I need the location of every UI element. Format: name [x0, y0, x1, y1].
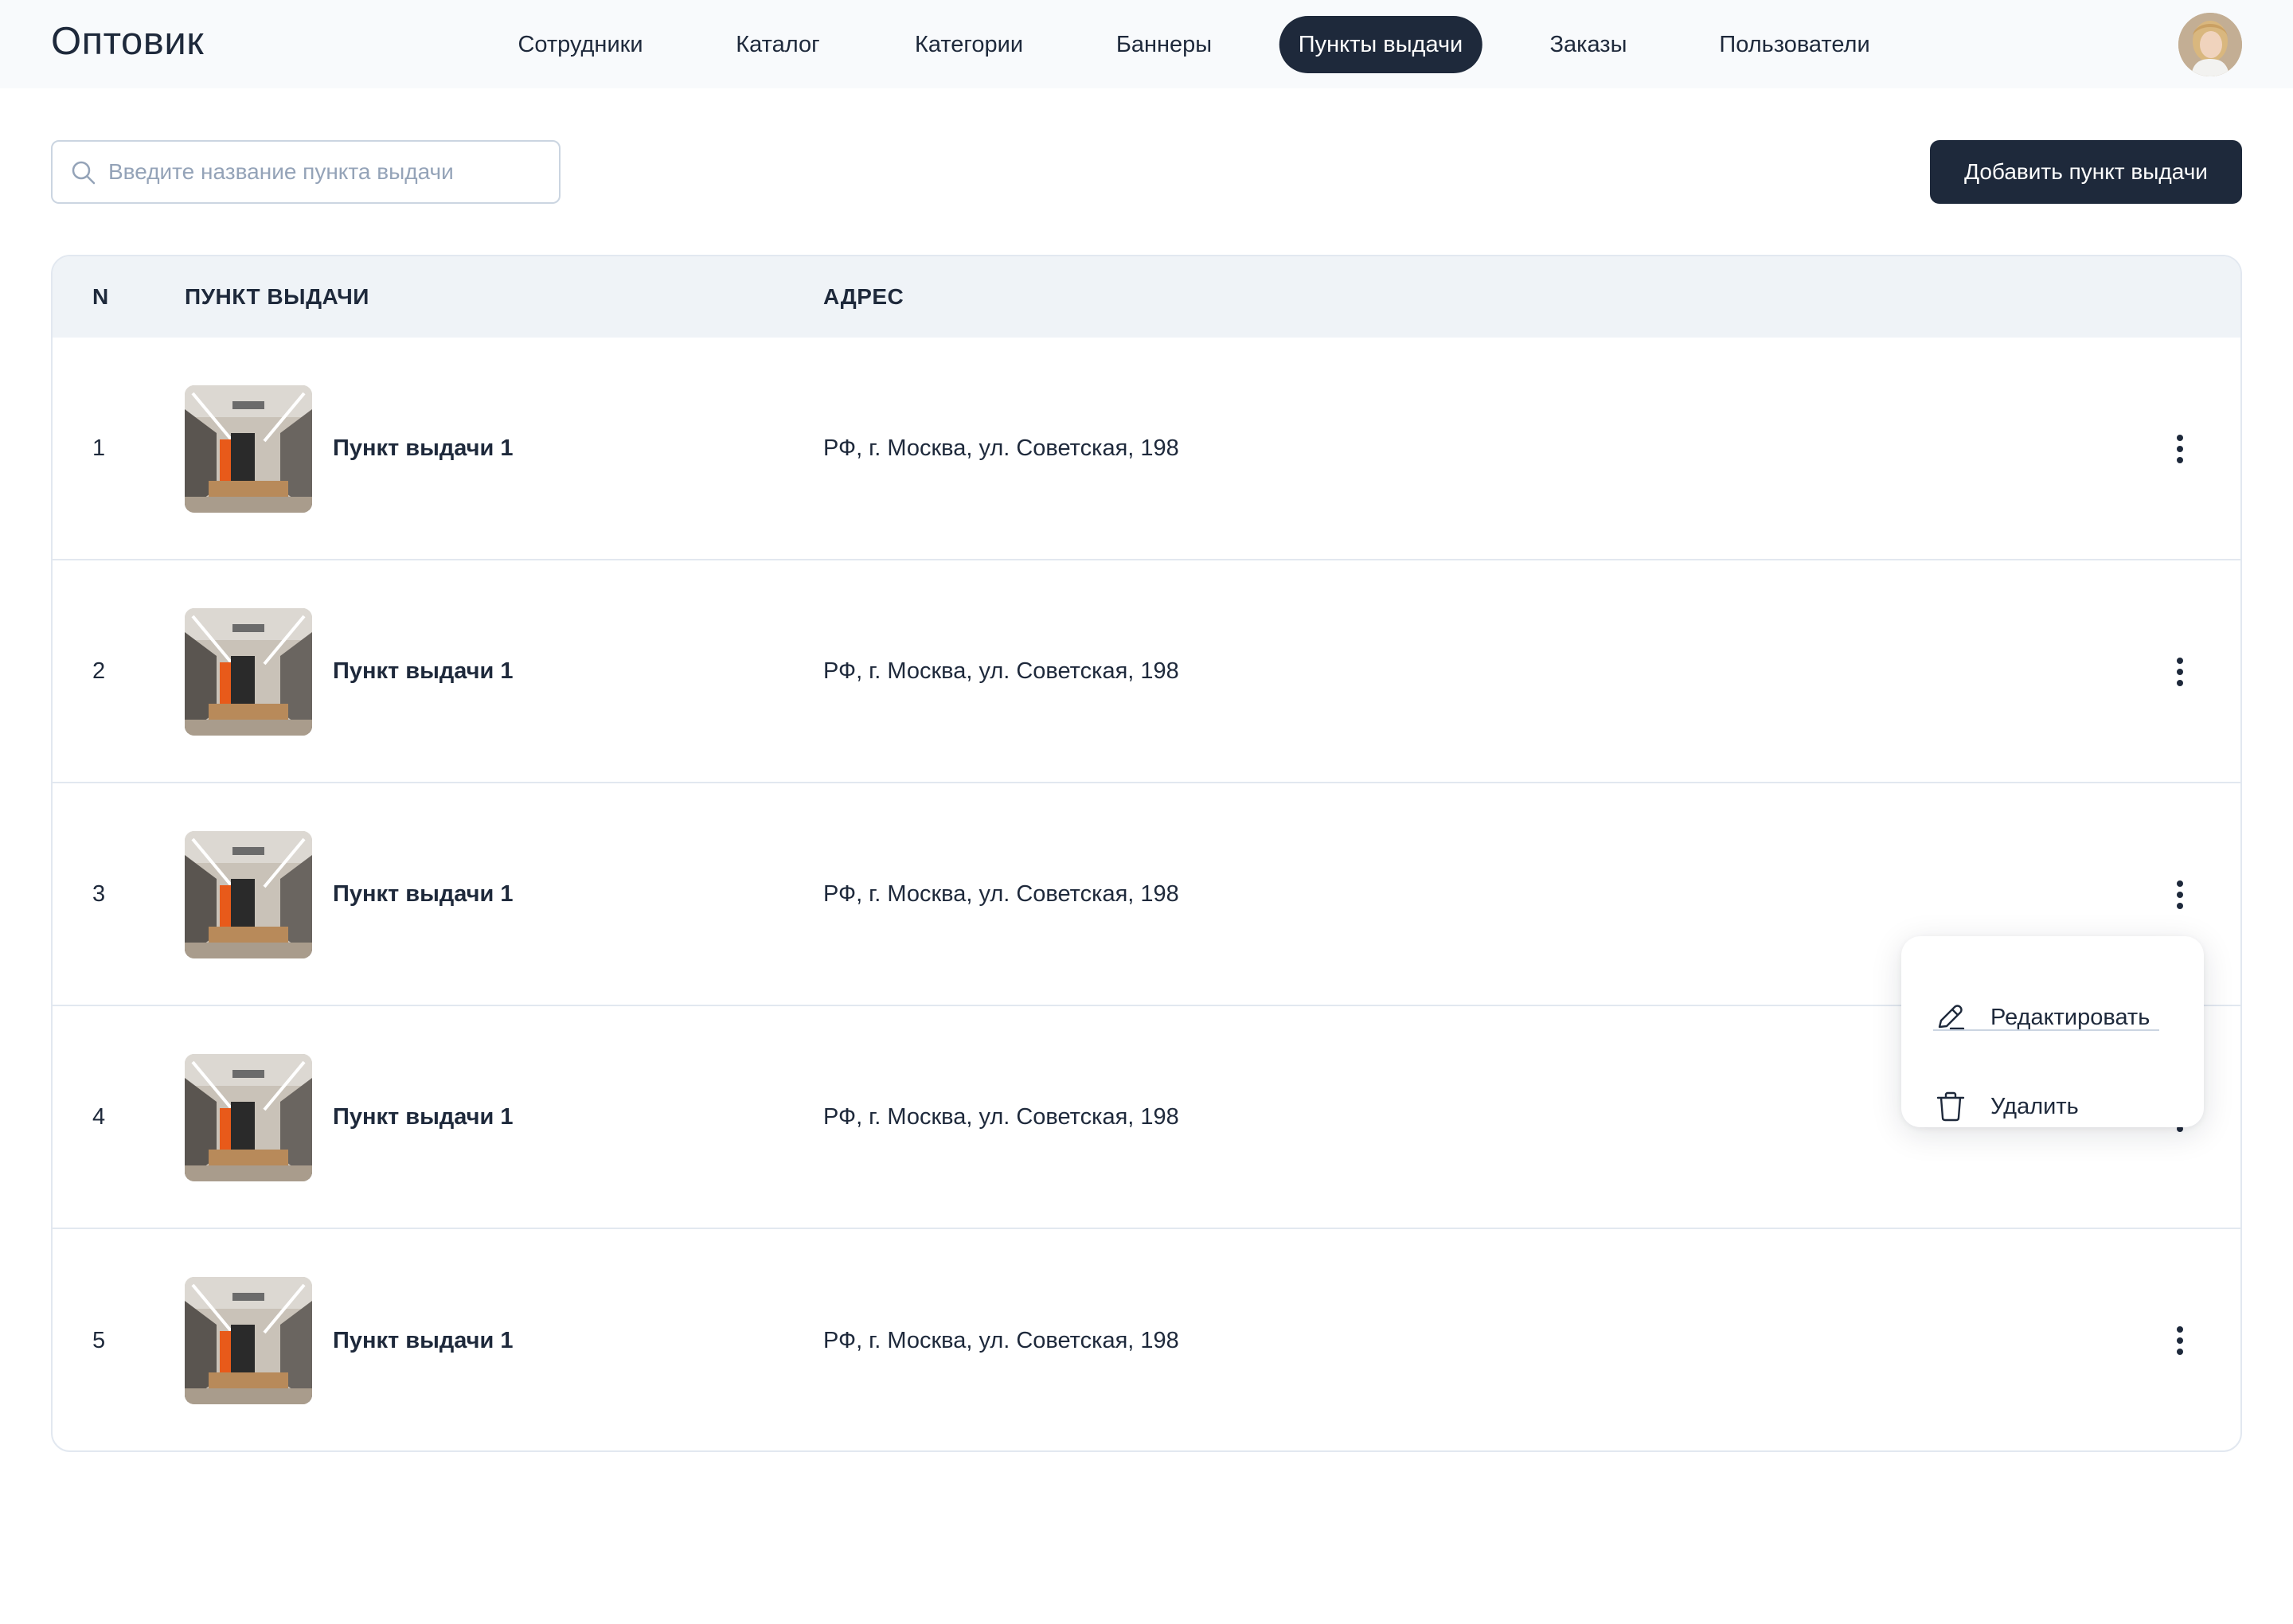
edit-menu-item[interactable]: Редактировать [1933, 986, 2172, 1049]
table-row: 5 Пункт выдачи 1 РФ, г. Москва, ул. Сове… [53, 1229, 2240, 1450]
row-actions-menu: Редактировать Удалить [1901, 936, 2204, 1127]
nav-item-employees[interactable]: Сотрудники [518, 16, 643, 73]
pickup-point-thumbnail [185, 385, 312, 513]
pickup-point-address: РФ, г. Москва, ул. Советская, 198 [823, 1327, 1179, 1353]
nav-item-users[interactable]: Пользователи [1719, 16, 1869, 73]
more-vertical-icon[interactable] [2174, 1321, 2186, 1360]
column-header-n: N [92, 284, 109, 309]
more-vertical-icon[interactable] [2174, 876, 2186, 914]
add-pickup-point-button[interactable]: Добавить пункт выдачи [1930, 140, 2242, 204]
pickup-point-thumbnail [185, 1054, 312, 1181]
pickup-point-name[interactable]: Пункт выдачи 1 [333, 783, 514, 1005]
row-number: 2 [92, 658, 106, 684]
nav-item-categories[interactable]: Категории [915, 16, 1023, 73]
pickup-point-name[interactable]: Пункт выдачи 1 [333, 1229, 514, 1450]
pickup-point-address: РФ, г. Москва, ул. Советская, 198 [823, 880, 1179, 907]
pickup-point-address: РФ, г. Москва, ул. Советская, 198 [823, 658, 1179, 684]
main-nav: Сотрудники Каталог Категории Баннеры Пун… [0, 16, 2293, 73]
pickup-point-thumbnail [185, 608, 312, 736]
row-number: 4 [92, 1103, 106, 1130]
row-number: 5 [92, 1327, 106, 1353]
row-number: 1 [92, 435, 106, 461]
delete-menu-item[interactable]: Удалить [1933, 1075, 2172, 1138]
pickup-point-name[interactable]: Пункт выдачи 1 [333, 560, 514, 782]
top-header: Оптовик Сотрудники Каталог Категории Бан… [0, 0, 2293, 88]
pickup-point-name[interactable]: Пункт выдачи 1 [333, 1006, 514, 1228]
more-vertical-icon[interactable] [2174, 653, 2186, 691]
delete-label: Удалить [1990, 1093, 2079, 1119]
pickup-points-table: N ПУНКТ ВЫДАЧИ АДРЕС 1 Пункт выдачи 1 РФ… [51, 255, 2242, 1452]
search-input[interactable] [108, 142, 554, 202]
nav-item-orders[interactable]: Заказы [1550, 16, 1627, 73]
nav-item-pickup-points[interactable]: Пункты выдачи [1279, 16, 1482, 73]
pickup-point-thumbnail [185, 831, 312, 958]
column-header-pickup-point: ПУНКТ ВЫДАЧИ [185, 284, 369, 309]
column-header-address: АДРЕС [823, 284, 904, 309]
row-number: 3 [92, 880, 106, 907]
pickup-point-name[interactable]: Пункт выдачи 1 [333, 338, 514, 559]
avatar-image [2178, 13, 2242, 76]
more-vertical-icon[interactable] [2174, 430, 2186, 468]
nav-item-catalog[interactable]: Каталог [736, 16, 819, 73]
trash-icon [1936, 1091, 1965, 1122]
nav-item-banners[interactable]: Баннеры [1116, 16, 1212, 73]
table-row: 1 Пункт выдачи 1 РФ, г. Москва, ул. Сове… [53, 338, 2240, 560]
search-box [51, 140, 561, 204]
search-icon [72, 161, 96, 185]
menu-divider [1933, 1029, 2159, 1031]
pickup-point-address: РФ, г. Москва, ул. Советская, 198 [823, 1103, 1179, 1130]
table-row: 2 Пункт выдачи 1 РФ, г. Москва, ул. Сове… [53, 560, 2240, 783]
pickup-point-thumbnail [185, 1277, 312, 1404]
edit-label: Редактировать [1990, 1004, 2150, 1030]
table-header: N ПУНКТ ВЫДАЧИ АДРЕС [53, 256, 2240, 338]
user-avatar[interactable] [2178, 13, 2242, 76]
pickup-point-address: РФ, г. Москва, ул. Советская, 198 [823, 435, 1179, 461]
